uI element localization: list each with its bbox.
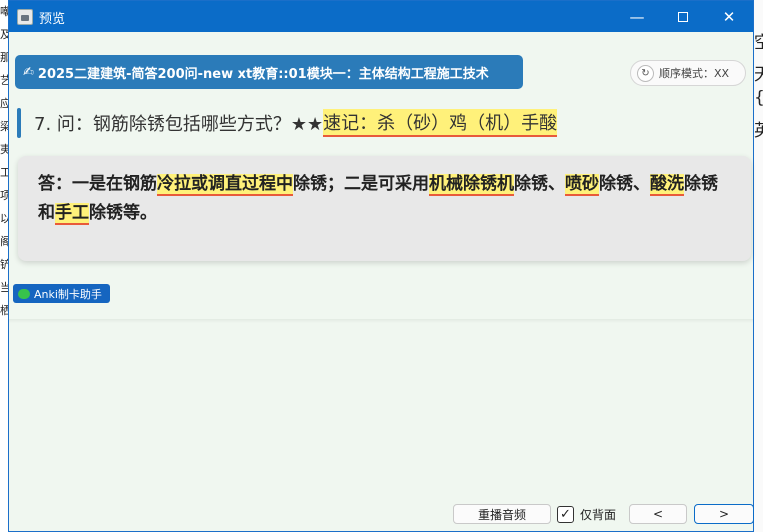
refresh-icon: ↻ [637, 64, 654, 82]
replay-audio-button[interactable]: 重播音频 [453, 504, 551, 524]
question-text: 7. 问：钢筋除锈包括哪些方式？★★ [34, 114, 324, 135]
close-button[interactable]: ✕ [706, 1, 752, 32]
anki-helper-badge[interactable]: Anki制卡助手 [13, 284, 110, 303]
maximize-icon [678, 11, 688, 22]
answer-highlight: 喷砂 [565, 174, 599, 196]
minimize-icon: — [629, 7, 645, 26]
answer-highlight: 机械除锈机 [429, 174, 514, 196]
app-icon [17, 9, 33, 25]
answer-text: 除锈等。 [89, 203, 157, 223]
answer-text: 除锈；二是可采用 [293, 174, 429, 194]
minimize-button[interactable]: — [614, 1, 660, 32]
answer-highlight: 酸洗 [650, 174, 684, 196]
checkbox-check-icon[interactable]: ✓ [557, 505, 574, 523]
order-mode-toggle[interactable]: ↻ 顺序模式：XX [630, 60, 746, 86]
preview-window: 预览 — ✕ ✍ 2025二建建筑-简答200问-new xt教育::01模块一… [8, 0, 754, 532]
question-accent-bar [17, 108, 21, 138]
next-button[interactable]: > [694, 504, 754, 524]
bg-text: { [754, 88, 763, 108]
card-divider [9, 319, 753, 323]
answer-text: 答：一是在钢筋 [38, 174, 157, 194]
bg-text: 空 [754, 33, 763, 53]
back-only-checkbox[interactable]: ✓ 仅背面 [557, 504, 616, 524]
answer-highlight: 手工 [55, 203, 89, 225]
question: 7. 问：钢筋除锈包括哪些方式？★★ 速记：杀（砂）鸡（机）手酸 [17, 107, 558, 139]
back-only-label: 仅背面 [580, 507, 617, 522]
bg-text: 英 [754, 121, 763, 141]
wechat-icon [18, 288, 30, 299]
title-bar[interactable]: 预览 — ✕ [9, 1, 753, 32]
answer-text: 除锈、 [599, 174, 650, 194]
mnemonic-text: 速记：杀（砂）鸡（机）手酸 [323, 109, 558, 137]
close-icon: ✕ [722, 7, 736, 26]
order-mode-label: 顺序模式：XX [659, 67, 730, 80]
window-title: 预览 [39, 12, 66, 27]
maximize-button[interactable] [660, 1, 706, 32]
deck-name: 2025二建建筑-简答200问-new xt教育::01模块一：主体结构工程施工… [37, 66, 489, 82]
bg-text: 天 [754, 65, 763, 85]
answer-card: 答：一是在钢筋冷拉或调直过程中除锈；二是可采用机械除锈机除锈、喷砂除锈、酸洗除锈… [18, 156, 751, 261]
deck-tag: ✍ 2025二建建筑-简答200问-new xt教育::01模块一：主体结构工程… [15, 55, 523, 89]
answer-highlight: 冷拉或调直过程中 [157, 174, 293, 196]
prev-button[interactable]: < [629, 504, 687, 524]
pencil-hand-icon: ✍ [23, 64, 34, 80]
badge-label: Anki制卡助手 [34, 287, 102, 301]
answer-text: 除锈、 [514, 174, 565, 194]
